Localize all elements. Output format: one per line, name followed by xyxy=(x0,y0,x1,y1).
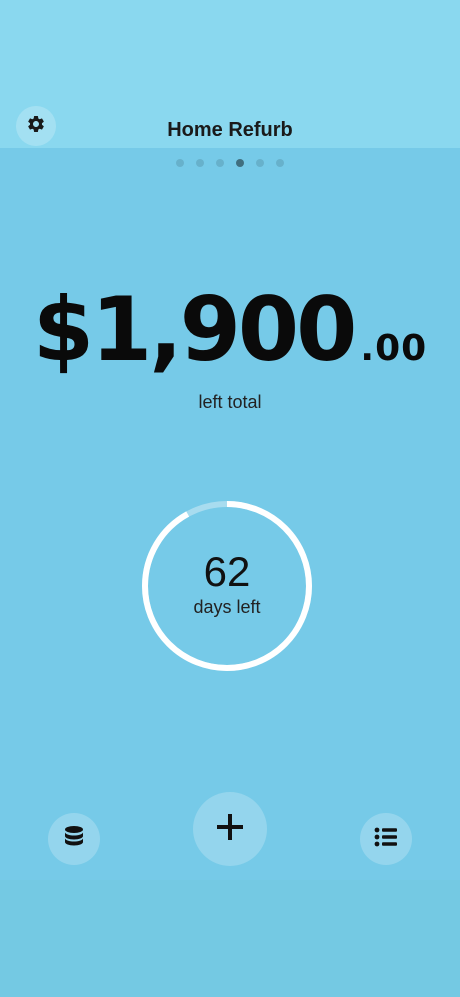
add-button[interactable] xyxy=(193,792,267,866)
plus-icon xyxy=(215,812,245,847)
list-button[interactable] xyxy=(360,813,412,865)
page-dot[interactable] xyxy=(196,159,204,167)
page-dot[interactable] xyxy=(256,159,264,167)
list-icon xyxy=(374,826,398,853)
database-icon xyxy=(63,825,85,854)
savings-button[interactable] xyxy=(48,813,100,865)
amount-main: $1,900 xyxy=(32,278,358,381)
days-count: 62 xyxy=(203,548,251,595)
page-dot[interactable] xyxy=(236,159,244,167)
footer-background xyxy=(0,880,460,997)
page-title: Home Refurb xyxy=(167,119,293,141)
page-dot[interactable] xyxy=(216,159,224,167)
amount-display: $1,900 .00 xyxy=(0,286,460,374)
days-left-ring: 62 days left xyxy=(141,500,313,672)
amount-label: left total xyxy=(198,392,262,412)
page-indicator[interactable] xyxy=(0,159,460,167)
days-label: days left xyxy=(193,597,261,617)
amount-cents: .00 xyxy=(360,328,428,369)
page-dot[interactable] xyxy=(276,159,284,167)
page-dot[interactable] xyxy=(176,159,184,167)
